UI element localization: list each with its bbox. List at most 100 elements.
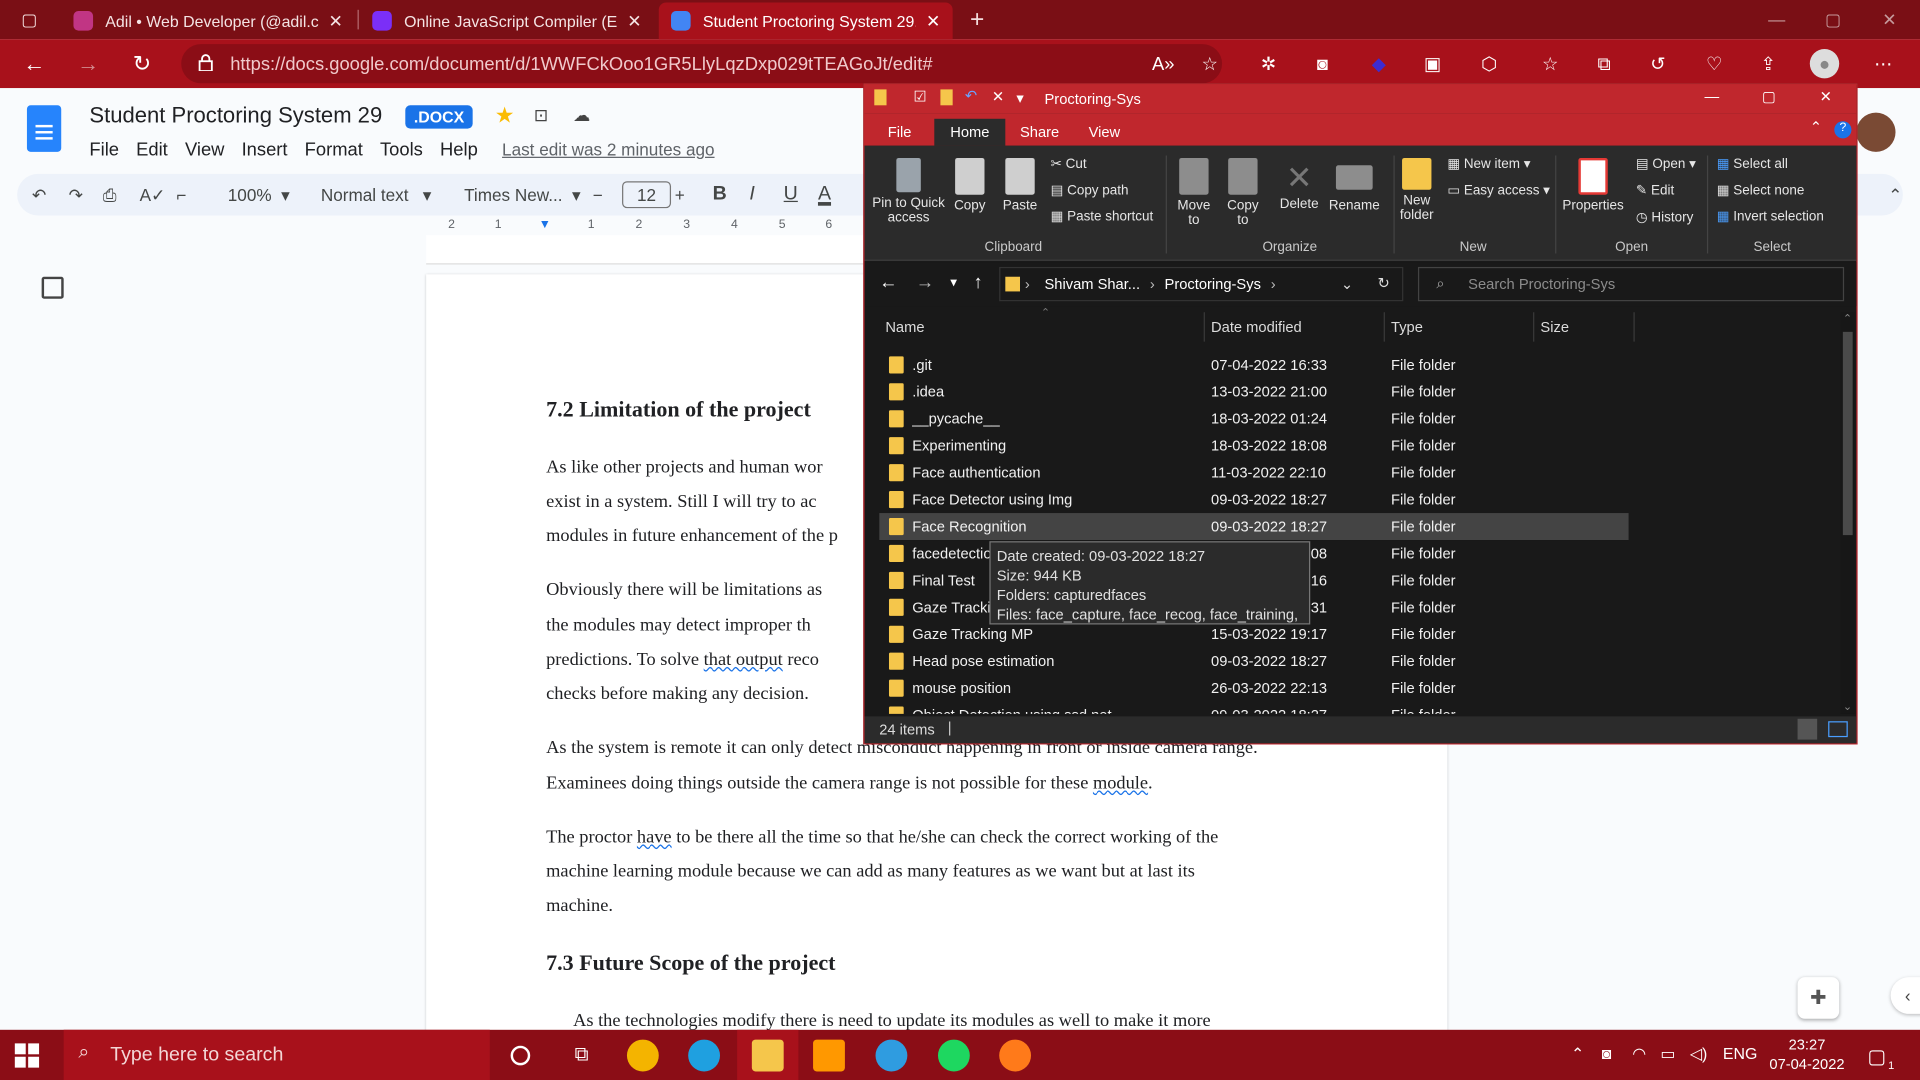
menu-insert[interactable]: Insert [242,140,288,161]
spelling-flag[interactable]: that output [704,650,783,670]
file-row[interactable]: mouse position 26-03-2022 22:13 File folde… [879,675,1628,702]
italic-button[interactable]: I [749,181,754,208]
pin-quick-access-button[interactable]: Pin to Quick access [872,157,945,225]
bold-button[interactable]: B [713,181,727,208]
open-button[interactable]: ▤ Open ▾ [1636,156,1696,172]
large-icons-view-icon[interactable] [1828,721,1848,738]
spelling-flag[interactable]: module [1093,774,1148,794]
browser-tab-docs[interactable]: Student Proctoring System 29.dc ✕ [658,2,953,40]
menu-format[interactable]: Format [305,140,363,161]
network-icon[interactable]: ◠ [1632,1044,1646,1064]
battery-icon[interactable]: ▭ [1660,1044,1675,1064]
file-row[interactable]: __pycache__ 18-03-2022 01:24 File folder [879,405,1628,432]
ribbon-tab-home[interactable]: Home [934,118,1006,146]
document-title[interactable]: Student Proctoring System 29 [89,103,382,129]
file-row[interactable]: Gaze Tracking MP 15-03-2022 19:17 File fol… [879,621,1628,648]
ribbon-tab-share[interactable]: Share [1004,119,1075,146]
back-icon[interactable]: ← [879,272,897,293]
cloud-status-icon[interactable]: ☁ [573,105,590,126]
file-row[interactable]: Object Detection using ssd net 09-03-2022… [879,702,1628,714]
print-icon[interactable]: ⎙ [103,181,117,208]
file-explorer-icon[interactable] [737,1029,799,1080]
underline-button[interactable]: U [784,181,798,208]
font-size-decrease[interactable]: − [593,181,603,208]
paste-button[interactable]: Paste [999,157,1041,213]
ribbon-tab-view[interactable]: View [1073,119,1136,146]
scroll-thumb[interactable] [1842,331,1853,536]
url-field[interactable]: https://docs.google.com/document/d/1WWFC… [181,44,1223,84]
close-window-icon[interactable]: ✕ [1861,0,1917,39]
copy-to-button[interactable]: Copy to [1225,157,1262,228]
extension-camera-icon[interactable]: ◙ [1308,49,1337,78]
move-to-button[interactable]: Move to [1176,157,1213,228]
star-icon[interactable]: ★ [495,103,515,129]
minimize-icon[interactable]: — [1749,0,1805,39]
indent-marker-icon[interactable]: ▼ [539,218,551,231]
new-folder-quick-icon[interactable] [940,89,953,106]
ribbon-tab-file[interactable]: File [872,119,928,146]
history-icon[interactable]: ↺ [1643,49,1672,78]
up-folder-icon[interactable]: ↑ [973,272,982,293]
menu-view[interactable]: View [185,140,224,161]
cortana-icon[interactable] [490,1030,551,1080]
tab-actions-icon[interactable]: ▢ [0,0,59,39]
forward-icon[interactable]: → [69,44,108,83]
edit-button[interactable]: ✎ Edit [1636,182,1674,199]
copy-button[interactable]: Copy [950,157,989,213]
screenshot-icon[interactable]: ▣ [1418,49,1447,78]
scroll-up-icon[interactable]: ⌃ [1843,312,1852,325]
paint-format-icon[interactable]: ⌐ [176,181,186,208]
scroll-down-icon[interactable]: ⌄ [1843,700,1852,713]
taskbar-clock[interactable]: 23:27 07-04-2022 [1769,1035,1844,1074]
easy-access-button[interactable]: ▭ Easy access ▾ [1447,182,1550,199]
paint-icon[interactable] [984,1030,1045,1080]
show-hidden-icons[interactable]: ⌃ [1571,1044,1584,1064]
file-row[interactable]: .idea 13-03-2022 21:00 File folder [879,378,1628,405]
maximize-icon[interactable]: ▢ [1805,0,1861,39]
maximize-icon[interactable]: ▢ [1762,88,1776,105]
properties-quick-icon[interactable]: ☑ [913,88,926,105]
font-size-input[interactable]: 12 [622,181,672,209]
forward-icon[interactable]: → [916,272,934,293]
cut-button[interactable]: ✂ Cut [1051,156,1087,172]
browser-tab-js-compiler[interactable]: Online JavaScript Compiler (Edito ✕ [360,2,654,39]
spelling-flag[interactable]: have [637,828,672,848]
file-row[interactable]: Face authentication 11-03-2022 22:10 File … [879,459,1628,486]
favorite-add-icon[interactable]: ☆ [1195,49,1224,78]
profile-avatar-icon[interactable]: ● [1809,48,1840,79]
vscode-icon[interactable] [861,1030,922,1080]
extensions-icon[interactable]: ⬡ [1474,49,1503,78]
undo-icon[interactable]: ↶ [32,181,46,208]
file-row[interactable]: .git 07-04-2022 16:33 File folder [879,351,1628,378]
close-tab-icon[interactable]: ✕ [328,10,342,31]
menu-file[interactable]: File [89,140,119,161]
new-tab-button[interactable]: + [948,0,1007,39]
zoom-select[interactable]: 100% ▾ [228,181,290,208]
refresh-icon[interactable]: ↻ [1378,274,1390,291]
edge-icon[interactable] [673,1030,734,1080]
language-indicator[interactable]: ENG [1723,1044,1757,1062]
menu-tools[interactable]: Tools [380,140,423,161]
new-item-button[interactable]: ▦ New item ▾ [1447,156,1530,172]
breadcrumb-item[interactable]: Proctoring-Sys [1165,276,1261,293]
chrome-icon[interactable] [612,1030,673,1080]
spotify-icon[interactable] [923,1030,984,1080]
move-folder-icon[interactable]: ⊡ [534,105,548,126]
delete-button[interactable]: ✕ Delete [1278,158,1320,212]
copy-path-button[interactable]: ▤ Copy path [1051,182,1129,199]
menu-edit[interactable]: Edit [136,140,168,161]
column-name[interactable]: Name [885,318,924,335]
text-color-button[interactable]: A [818,181,831,208]
explore-button[interactable]: ✚ [1797,977,1840,1019]
extension-badge-icon[interactable]: ◆ [1364,49,1393,78]
last-edit-link[interactable]: Last edit was 2 minutes ago [502,140,715,160]
spellcheck-icon[interactable]: A✓ [140,181,166,208]
docs-logo-icon[interactable] [26,105,62,152]
select-none-button[interactable]: ▦ Select none [1717,182,1805,199]
properties-button[interactable]: Properties [1560,157,1626,213]
column-divider[interactable] [1533,312,1535,342]
file-row[interactable]: Head pose estimation 09-03-2022 18:27 File… [879,648,1628,675]
extension-gear-icon[interactable]: ✲ [1254,49,1283,78]
file-row[interactable]: Experimenting 18-03-2022 18:08 File folder [879,432,1628,459]
performance-icon[interactable]: ♡ [1700,49,1729,78]
